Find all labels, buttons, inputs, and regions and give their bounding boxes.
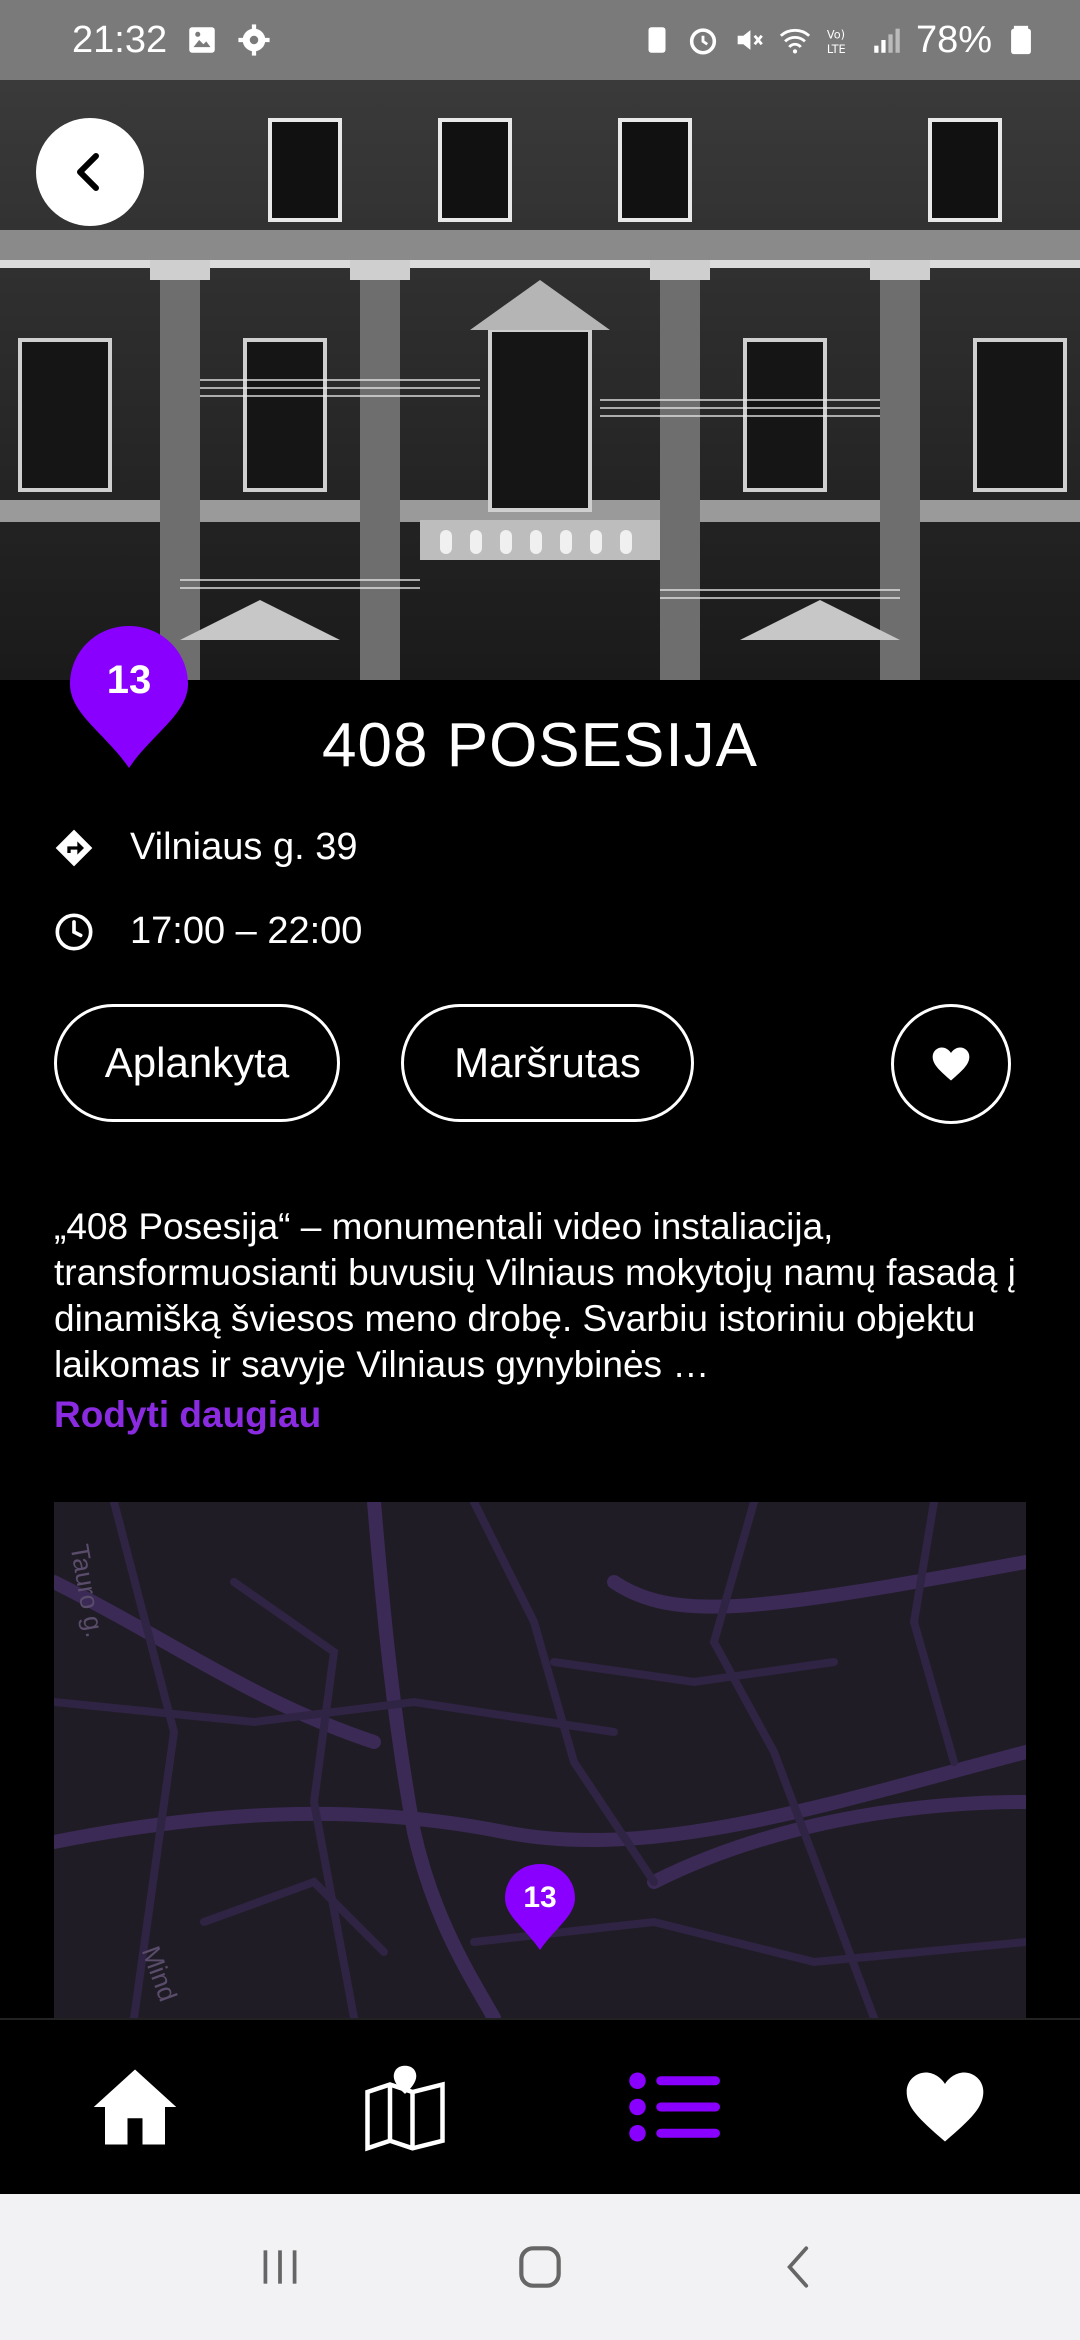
system-back-button[interactable] xyxy=(760,2227,840,2307)
page-title: 408 POSESIJA xyxy=(322,711,758,780)
svg-text:LTE: LTE xyxy=(827,42,846,56)
recent-apps-button[interactable] xyxy=(240,2227,320,2307)
heart-icon xyxy=(906,2072,984,2142)
hours-text: 17:00 – 22:00 xyxy=(130,910,363,952)
bottom-navigation xyxy=(0,2018,1080,2194)
back-chevron-icon xyxy=(787,2246,809,2288)
address-text: Vilniaus g. 39 xyxy=(130,826,358,868)
hours-row: 17:00 – 22:00 xyxy=(54,910,362,953)
back-button[interactable] xyxy=(36,118,144,226)
heart-icon xyxy=(932,1047,970,1081)
visited-button[interactable]: Aplankyta xyxy=(54,1004,340,1122)
description-text: „408 Posesija“ – monumentali video insta… xyxy=(54,1206,1016,1385)
alarm-icon xyxy=(689,28,717,55)
svg-text:Vo): Vo) xyxy=(827,28,845,42)
mute-icon xyxy=(737,30,763,50)
recent-apps-icon xyxy=(263,2250,297,2284)
nav-list[interactable] xyxy=(605,2037,745,2177)
list-icon xyxy=(629,2072,720,2142)
map-pin-number: 13 xyxy=(523,1881,557,1914)
system-navigation-bar xyxy=(0,2194,1080,2340)
map-place-pin[interactable]: 13 xyxy=(503,1862,577,1952)
nav-home[interactable] xyxy=(65,2037,205,2177)
status-left: 21:32 xyxy=(72,19,271,62)
home-button[interactable] xyxy=(500,2227,580,2307)
directions-icon xyxy=(54,828,94,868)
status-right: Vo) LTE 78% xyxy=(640,19,1038,62)
map-icon xyxy=(365,2065,445,2152)
hero-image xyxy=(0,80,1080,680)
chevron-left-icon xyxy=(77,153,99,191)
clock: 21:32 xyxy=(72,18,168,61)
place-number: 13 xyxy=(106,658,152,702)
home-icon xyxy=(93,2069,177,2145)
favorite-button[interactable] xyxy=(891,1004,1011,1124)
nav-favorites[interactable] xyxy=(875,2037,1015,2177)
map-view[interactable]: Tauro g. Mind 13 xyxy=(54,1502,1026,2018)
wifi-icon xyxy=(779,28,811,54)
nav-map[interactable] xyxy=(335,2037,475,2177)
battery-saver-icon xyxy=(648,27,666,53)
clock-icon xyxy=(54,912,94,952)
gear-icon xyxy=(238,24,270,56)
building-facade-image xyxy=(0,80,1080,680)
image-icon xyxy=(189,27,215,53)
address-row: Vilniaus g. 39 xyxy=(54,826,357,869)
route-button[interactable]: Maršrutas xyxy=(401,1004,694,1122)
status-bar: 21:32 Vo) LTE 78% xyxy=(0,0,1080,80)
show-more-link[interactable]: Rodyti daugiau xyxy=(54,1394,321,1436)
volte-icon: Vo)LTE xyxy=(827,28,846,56)
battery-percent: 78% xyxy=(915,18,992,61)
battery-icon xyxy=(1011,25,1031,55)
home-square-icon xyxy=(519,2246,561,2288)
signal-icon xyxy=(874,28,900,53)
